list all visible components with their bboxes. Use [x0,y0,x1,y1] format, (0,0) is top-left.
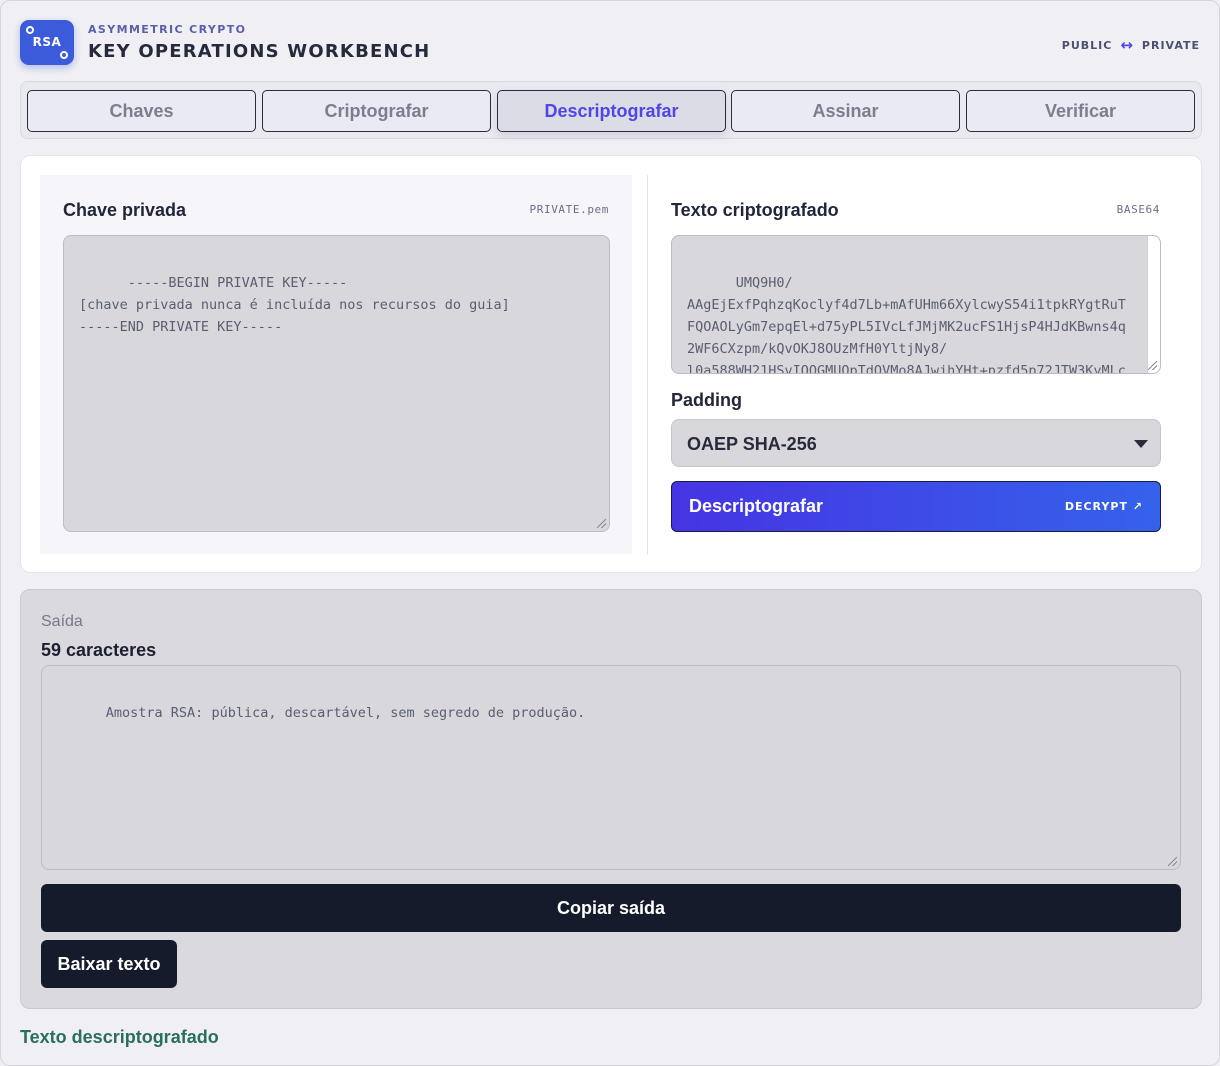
padding-label: Padding [671,390,742,410]
operation-tabs: Chaves Criptografar Descriptografar Assi… [20,81,1202,139]
resize-grip-icon[interactable] [1148,361,1157,370]
padding-selected-value: OAEP SHA-256 [687,434,817,454]
copy-output-button[interactable]: Copiar saída [41,884,1181,932]
tab-descriptografar[interactable]: Descriptografar [497,90,726,132]
decrypt-panel: Chave privada PRIVATE.pem -----BEGIN PRI… [20,155,1202,573]
output-label: Saída [41,613,83,630]
padding-select[interactable]: OAEP SHA-256 [671,419,1161,467]
output-value: Amostra RSA: pública, descartável, sem s… [105,705,586,721]
app-eyebrow: ASYMMETRIC CRYPTO [88,23,247,36]
ciphertext-textarea[interactable]: UMQ9H0/ AAgEjExfPqhzqKoclyf4d7Lb+mAfUHm6… [671,235,1161,374]
output-textarea[interactable]: Amostra RSA: pública, descartável, sem s… [41,665,1181,870]
private-key-label: Chave privada [63,200,187,220]
private-key-textarea[interactable]: -----BEGIN PRIVATE KEY----- [chave priva… [63,235,610,532]
logo-dot-icon [26,26,34,34]
status-message: Texto descriptografado [20,1027,219,1047]
rsa-logo: RSA [20,20,74,65]
ciphertext-value: UMQ9H0/ AAgEjExfPqhzqKoclyf4d7Lb+mAfUHm6… [687,275,1126,374]
app-title: KEY OPERATIONS WORKBENCH [88,41,431,62]
app-window: RSA ASYMMETRIC CRYPTO KEY OPERATIONS WOR… [0,0,1220,1066]
tab-criptografar[interactable]: Criptografar [262,90,491,132]
mode-public-label: PUBLIC [1061,38,1113,52]
tab-chaves[interactable]: Chaves [27,90,256,132]
ciphertext-label: Texto criptografado [671,200,839,220]
download-text-button[interactable]: Baixar texto [41,940,177,988]
resize-grip-icon[interactable] [597,519,606,528]
key-mode-indicator: PUBLIC ↔ PRIVATE [1062,36,1200,54]
private-key-value: -----BEGIN PRIVATE KEY----- [chave priva… [79,275,510,335]
logo-dot-icon [60,51,68,59]
ciphertext-scrollbar[interactable] [1147,236,1160,373]
decrypt-button-hint: DECRYPT ↗ [1064,500,1143,513]
chevron-down-icon [1134,440,1148,448]
ciphertext-tag: BASE64 [1116,203,1160,216]
decrypt-button[interactable]: Descriptografar DECRYPT ↗ [671,481,1161,532]
decrypt-button-label: Descriptografar [689,496,824,516]
output-char-count: 59 caracteres [41,640,157,660]
private-key-tag: PRIVATE.pem [529,203,609,216]
mode-private-label: PRIVATE [1141,38,1200,52]
logo-text: RSA [32,35,62,49]
swap-arrows-icon: ↔ [1120,36,1134,54]
resize-grip-icon[interactable] [1168,857,1177,866]
column-divider [647,175,648,554]
tab-verificar[interactable]: Verificar [966,90,1195,132]
tab-assinar[interactable]: Assinar [731,90,960,132]
output-panel: Saída 59 caracteres Amostra RSA: pública… [20,589,1202,1009]
